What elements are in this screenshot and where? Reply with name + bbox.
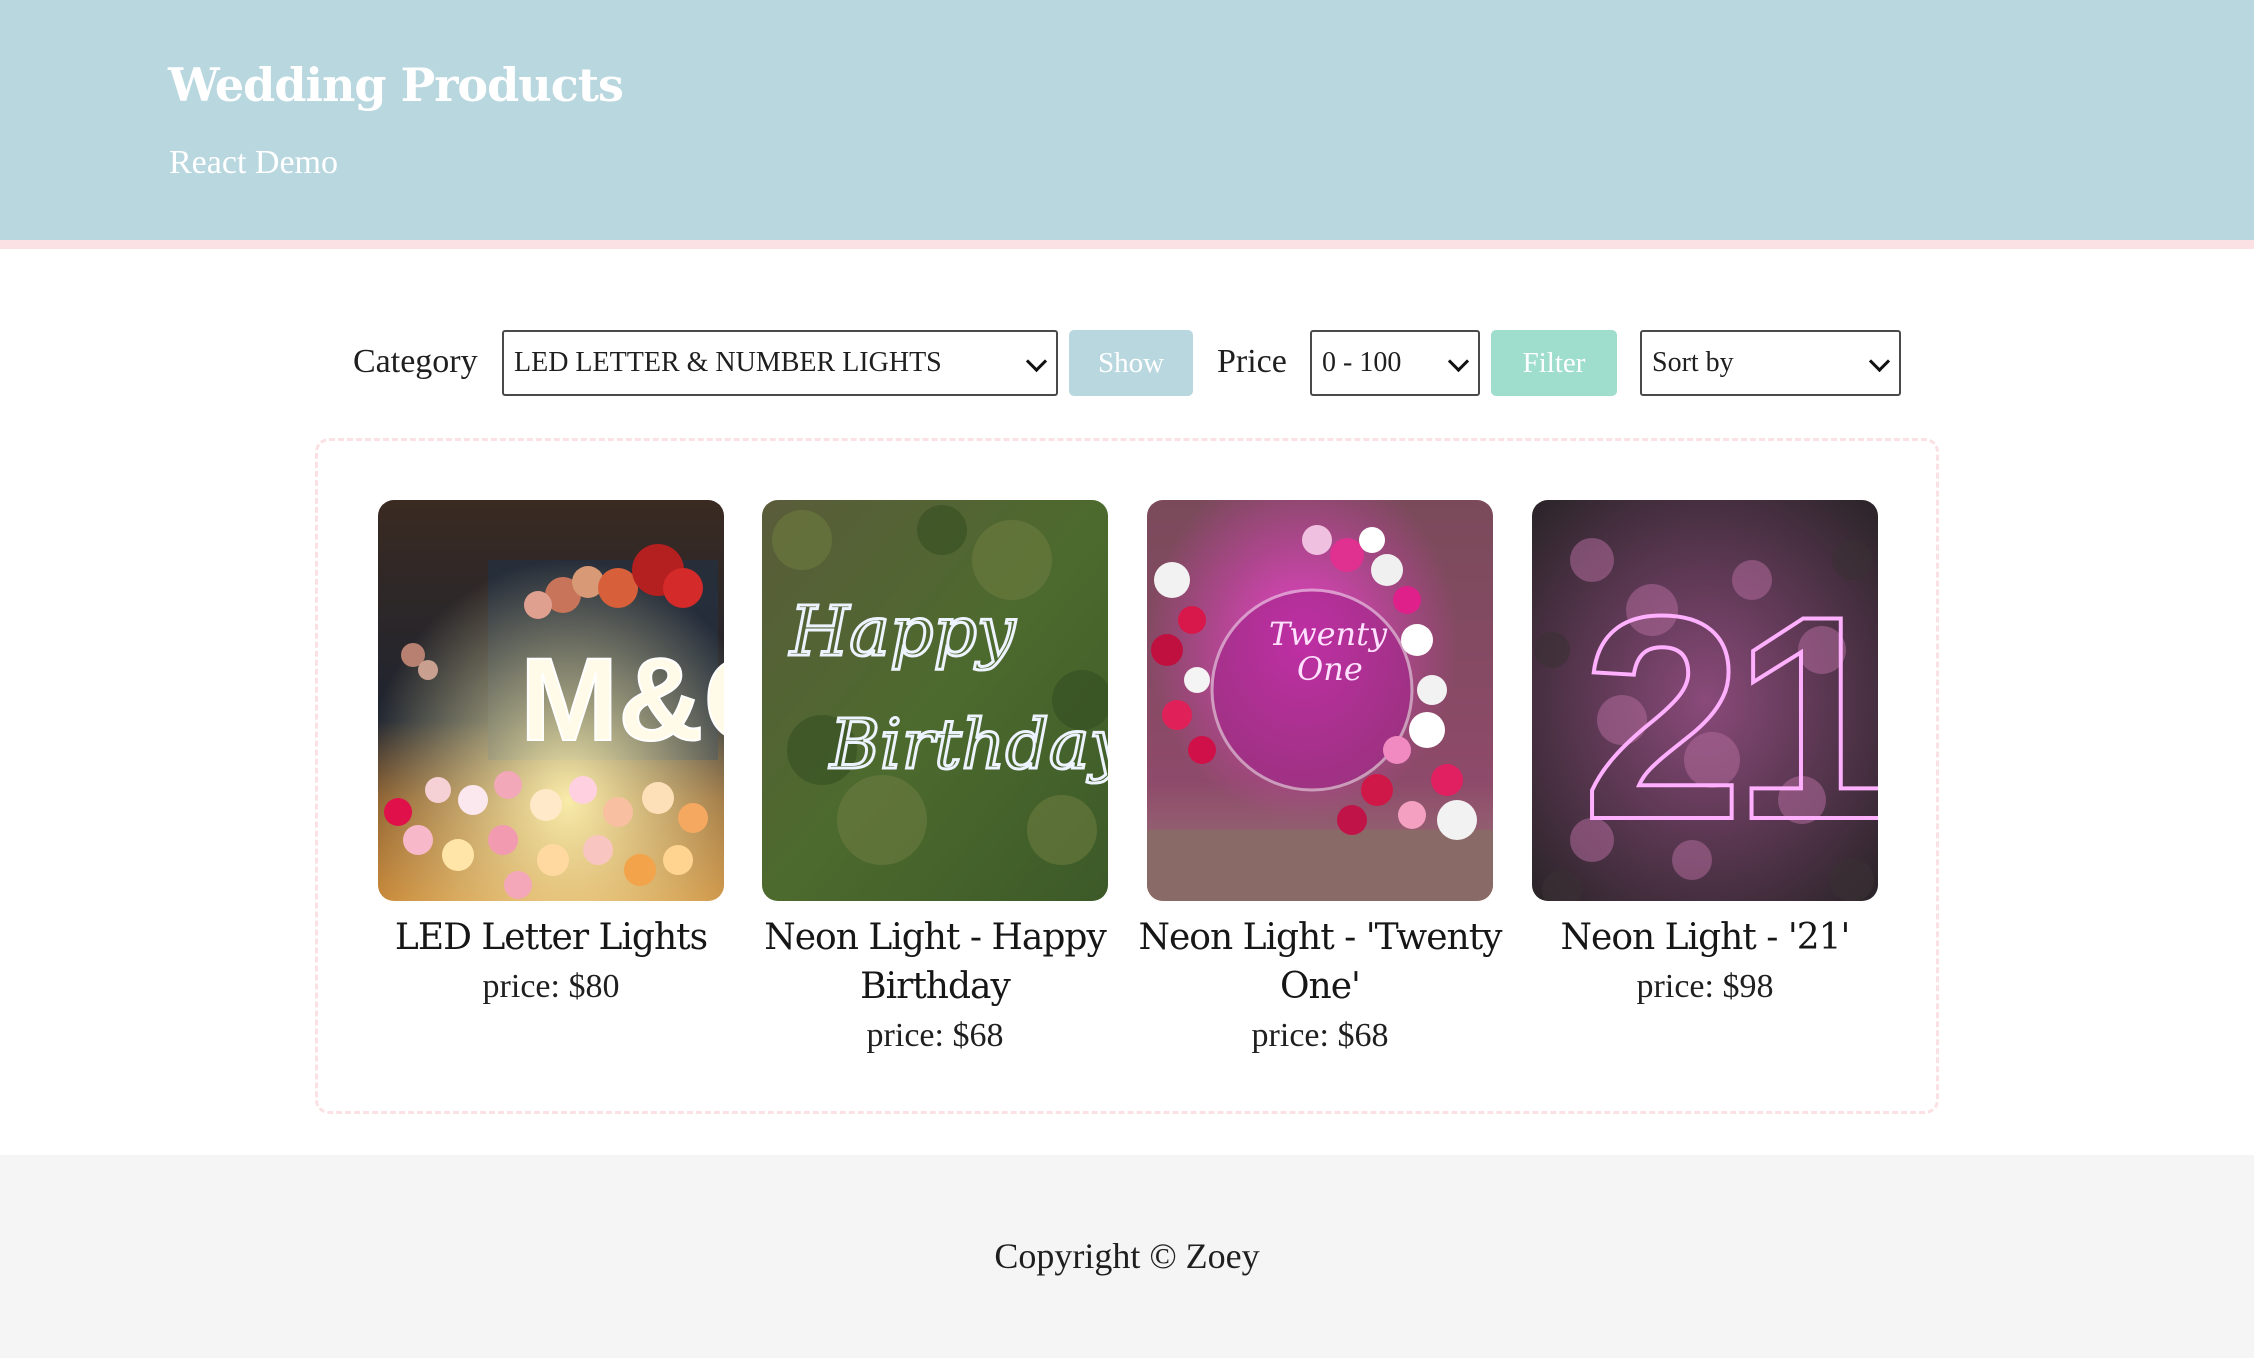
svg-text:M&C: M&C (520, 634, 724, 766)
header-divider (0, 240, 2254, 249)
svg-text:Birthday: Birthday (828, 706, 1108, 785)
product-name: LED Letter Lights (394, 917, 708, 958)
neon-21-photo[interactable]: 21 (1532, 500, 1878, 901)
product-card[interactable]: 21 Neon Light - '21' price: $98 (1532, 500, 1878, 1011)
copyright-text: Copyright © Zoey (994, 1236, 1260, 1276)
price-label: Price (1217, 343, 1287, 380)
product-name: Neon Light - '21' (1560, 917, 1851, 958)
category-label: Category (353, 343, 478, 380)
product-card[interactable]: Happy Birthday Neon Light - Happy Birthd… (762, 500, 1108, 1060)
sort-select-value: Sort by (1652, 347, 1734, 378)
filter-button[interactable]: Filter (1491, 330, 1617, 396)
sort-select[interactable]: Sort by (1640, 330, 1901, 396)
svg-text:21: 21 (1582, 556, 1878, 880)
product-price: price: $98 (1636, 968, 1774, 1005)
neon-happy-birthday-photo[interactable]: Happy Birthday (762, 500, 1108, 901)
svg-text:Twenty: Twenty (1269, 615, 1388, 653)
svg-text:One: One (1297, 650, 1363, 688)
chevron-down-icon (1868, 350, 1891, 373)
chevron-down-icon (1447, 350, 1470, 373)
product-price: price: $68 (1251, 1017, 1389, 1054)
product-price: price: $68 (866, 1017, 1004, 1054)
price-select[interactable]: 0 - 100 (1310, 330, 1480, 396)
product-card[interactable]: M&C (378, 500, 724, 1011)
site-title: Wedding Products (168, 58, 624, 112)
led-letter-lights-photo[interactable]: M&C (378, 500, 724, 901)
product-card[interactable]: Twenty One Neon Light - 'Twenty One' pri… (1138, 500, 1503, 1060)
product-name: Neon Light - Happy Birthday (764, 917, 1107, 1007)
site-subtitle: React Demo (169, 144, 338, 181)
product-name: Neon Light - 'Twenty One' (1138, 917, 1502, 1007)
product-price: price: $80 (482, 968, 620, 1005)
category-select-value: LED LETTER & NUMBER LIGHTS (514, 347, 942, 378)
svg-text:Happy: Happy (788, 593, 1017, 672)
chevron-down-icon (1025, 350, 1048, 373)
category-select[interactable]: LED LETTER & NUMBER LIGHTS (502, 330, 1058, 396)
show-button[interactable]: Show (1069, 330, 1193, 396)
neon-twenty-one-photo[interactable]: Twenty One (1147, 500, 1493, 901)
price-select-value: 0 - 100 (1322, 347, 1402, 378)
site-header: Wedding Products React Demo (0, 0, 2254, 240)
